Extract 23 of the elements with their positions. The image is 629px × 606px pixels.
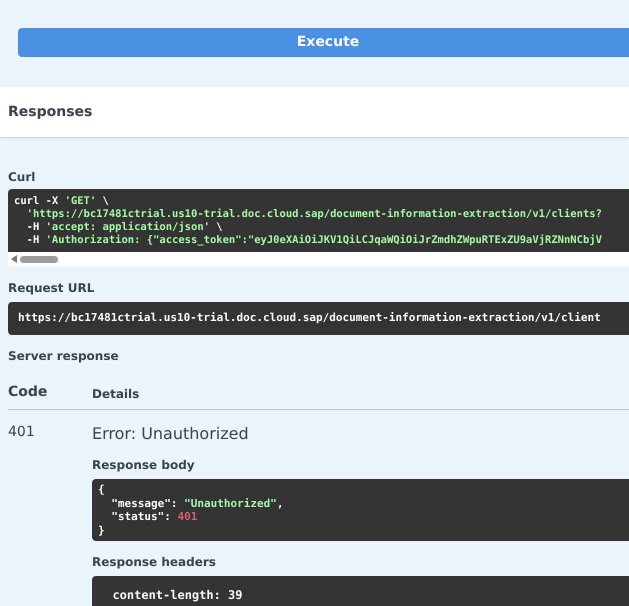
column-header: Code bbox=[8, 383, 48, 402]
scroll-left-icon[interactable] bbox=[11, 255, 17, 263]
code-line: curl -X 'GET' \ bbox=[14, 195, 110, 208]
field-label: Curl bbox=[8, 169, 36, 186]
request-url: https://bc17481ctrial.us10-trial.doc.cloud.sap/document-information-extraction/v1/client bbox=[8, 302, 629, 335]
section-title: Responses bbox=[8, 102, 92, 122]
code-line: } bbox=[98, 524, 106, 537]
code-line: content-length: 39 bbox=[111, 587, 244, 604]
status-code: 401 bbox=[8, 423, 36, 442]
code-line: { bbox=[98, 483, 106, 496]
error-message: Error: Unauthorized bbox=[92, 423, 250, 445]
code-line: "status": 401 bbox=[110, 510, 198, 524]
code-line: 'https://bc17481ctrial.us10-trial.doc.cloud.sap/document-information-extraction/v1/clients? bbox=[26, 208, 603, 221]
field-label: Response body bbox=[92, 457, 196, 474]
code-line: "message": "Unauthorized", bbox=[110, 496, 284, 510]
scrollbar-thumb[interactable] bbox=[20, 256, 58, 262]
code-line: -H 'accept: application/json' \ bbox=[26, 221, 224, 234]
code-line: -H 'Authorization: {"access_token":"eyJ0eXAiOiJKV1QiLCJqaWQiOiJrZmdhZWpuRTExZU9aVjRZNnNCbjV bbox=[26, 234, 603, 247]
column-header: Details bbox=[92, 386, 140, 403]
execute-button[interactable]: Execute bbox=[18, 28, 629, 57]
field-label: Response headers bbox=[92, 554, 217, 571]
field-label: Request URL bbox=[8, 280, 96, 297]
field-label: Server response bbox=[8, 348, 120, 365]
